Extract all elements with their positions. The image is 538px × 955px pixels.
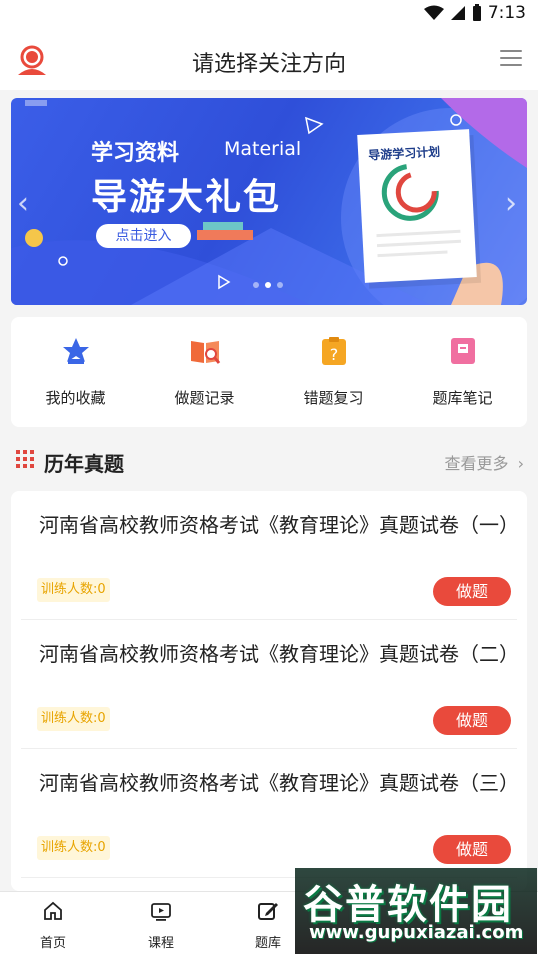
- tab-question-bank[interactable]: 题库: [233, 900, 303, 951]
- quick-entry-panel: 我的收藏 做题记录 ? 错题复习 题库笔记: [11, 317, 527, 427]
- quick-item-label: 错题复习: [303, 389, 364, 407]
- status-bar: 7:13: [0, 0, 538, 28]
- exam-card[interactable]: 河南省高校教师资格考试《教育理论》真题试卷（二） 训练人数:0 做题: [21, 620, 519, 749]
- tab-label: 首页: [39, 936, 66, 951]
- quick-item-label: 我的收藏: [45, 389, 106, 407]
- video-icon: [151, 903, 171, 921]
- exam-list: 河南省高校教师资格考试《教育理论》真题试卷（一） 训练人数:0 做题 河南省高校…: [11, 491, 527, 891]
- exam-card[interactable]: 河南省高校教师资格考试《教育理论》真题试卷（三） 训练人数:0 做题: [21, 749, 519, 878]
- page-title[interactable]: 请选择关注方向: [0, 46, 538, 78]
- trainee-count-badge: 训练人数:0: [37, 836, 110, 860]
- top-bar: 请选择关注方向: [0, 28, 538, 90]
- plan-logo-icon: [376, 163, 461, 258]
- banner-enter-button[interactable]: 点击进入: [96, 224, 191, 248]
- star-badge-icon: [62, 338, 89, 364]
- banner-next-icon[interactable]: ›: [505, 186, 517, 221]
- tab-label: 课程: [147, 936, 174, 951]
- status-time: 7:13: [487, 3, 526, 23]
- trainee-count-badge: 训练人数:0: [37, 707, 110, 731]
- menu-icon[interactable]: [500, 50, 522, 68]
- question-clipboard-icon: ?: [321, 337, 346, 365]
- quick-item-records[interactable]: 做题记录: [140, 317, 269, 427]
- edit-icon: [258, 903, 278, 920]
- banner-line1: 学习资料: [91, 141, 180, 166]
- book-search-icon: [190, 341, 220, 364]
- banner-dot: [253, 282, 259, 288]
- quick-item-label: 题库笔记: [432, 389, 493, 407]
- exam-title: 河南省高校教师资格考试《教育理论》真题试卷（二）: [39, 642, 519, 666]
- watermark-url: www.gupuxiazai.com: [309, 922, 524, 943]
- tab-home[interactable]: 首页: [18, 900, 88, 951]
- signal-icon: [450, 6, 465, 20]
- svg-text:?: ?: [329, 345, 338, 364]
- grid-icon: [16, 450, 34, 468]
- view-more-link[interactable]: 查看更多 ›: [444, 450, 524, 474]
- banner-pagination: [253, 282, 283, 288]
- banner-dot-active: [265, 282, 271, 288]
- watermark: 谷普软件园 www.gupuxiazai.com: [295, 868, 537, 954]
- quick-item-review[interactable]: ? 错题复习: [269, 317, 398, 427]
- tab-label: 题库: [254, 936, 281, 951]
- trainee-count-badge: 训练人数:0: [37, 578, 110, 602]
- section-header: 历年真题 查看更多 ›: [14, 446, 526, 476]
- battery-icon: [472, 4, 481, 21]
- banner-dot: [277, 282, 283, 288]
- banner-line2: 导游大礼包: [91, 177, 282, 218]
- wifi-icon: [423, 5, 444, 20]
- tab-courses[interactable]: 课程: [126, 900, 196, 951]
- do-exam-button[interactable]: 做题: [433, 835, 511, 864]
- study-plan-paper: 导游学习计划: [357, 129, 477, 283]
- banner-line1-en: Material: [224, 138, 302, 160]
- do-exam-button[interactable]: 做题: [433, 706, 511, 735]
- quick-item-label: 做题记录: [174, 389, 235, 407]
- view-more-label: 查看更多: [444, 454, 509, 473]
- exam-title: 河南省高校教师资格考试《教育理论》真题试卷（一）: [39, 513, 519, 537]
- home-icon: [44, 901, 62, 920]
- quick-item-favorites[interactable]: 我的收藏: [11, 317, 140, 427]
- exam-title: 河南省高校教师资格考试《教育理论》真题试卷（三）: [39, 771, 519, 795]
- note-icon: [450, 338, 475, 364]
- exam-card[interactable]: 河南省高校教师资格考试《教育理论》真题试卷（一） 训练人数:0 做题: [21, 491, 519, 620]
- banner-prev-icon[interactable]: ‹: [17, 186, 29, 221]
- promo-banner[interactable]: 学习资料 Material 导游大礼包 点击进入 导游学习计划 ‹ ›: [11, 98, 527, 305]
- chevron-right-icon: ›: [517, 454, 524, 473]
- section-title: 历年真题: [44, 452, 124, 476]
- do-exam-button[interactable]: 做题: [433, 577, 511, 606]
- quick-item-notes[interactable]: 题库笔记: [398, 317, 527, 427]
